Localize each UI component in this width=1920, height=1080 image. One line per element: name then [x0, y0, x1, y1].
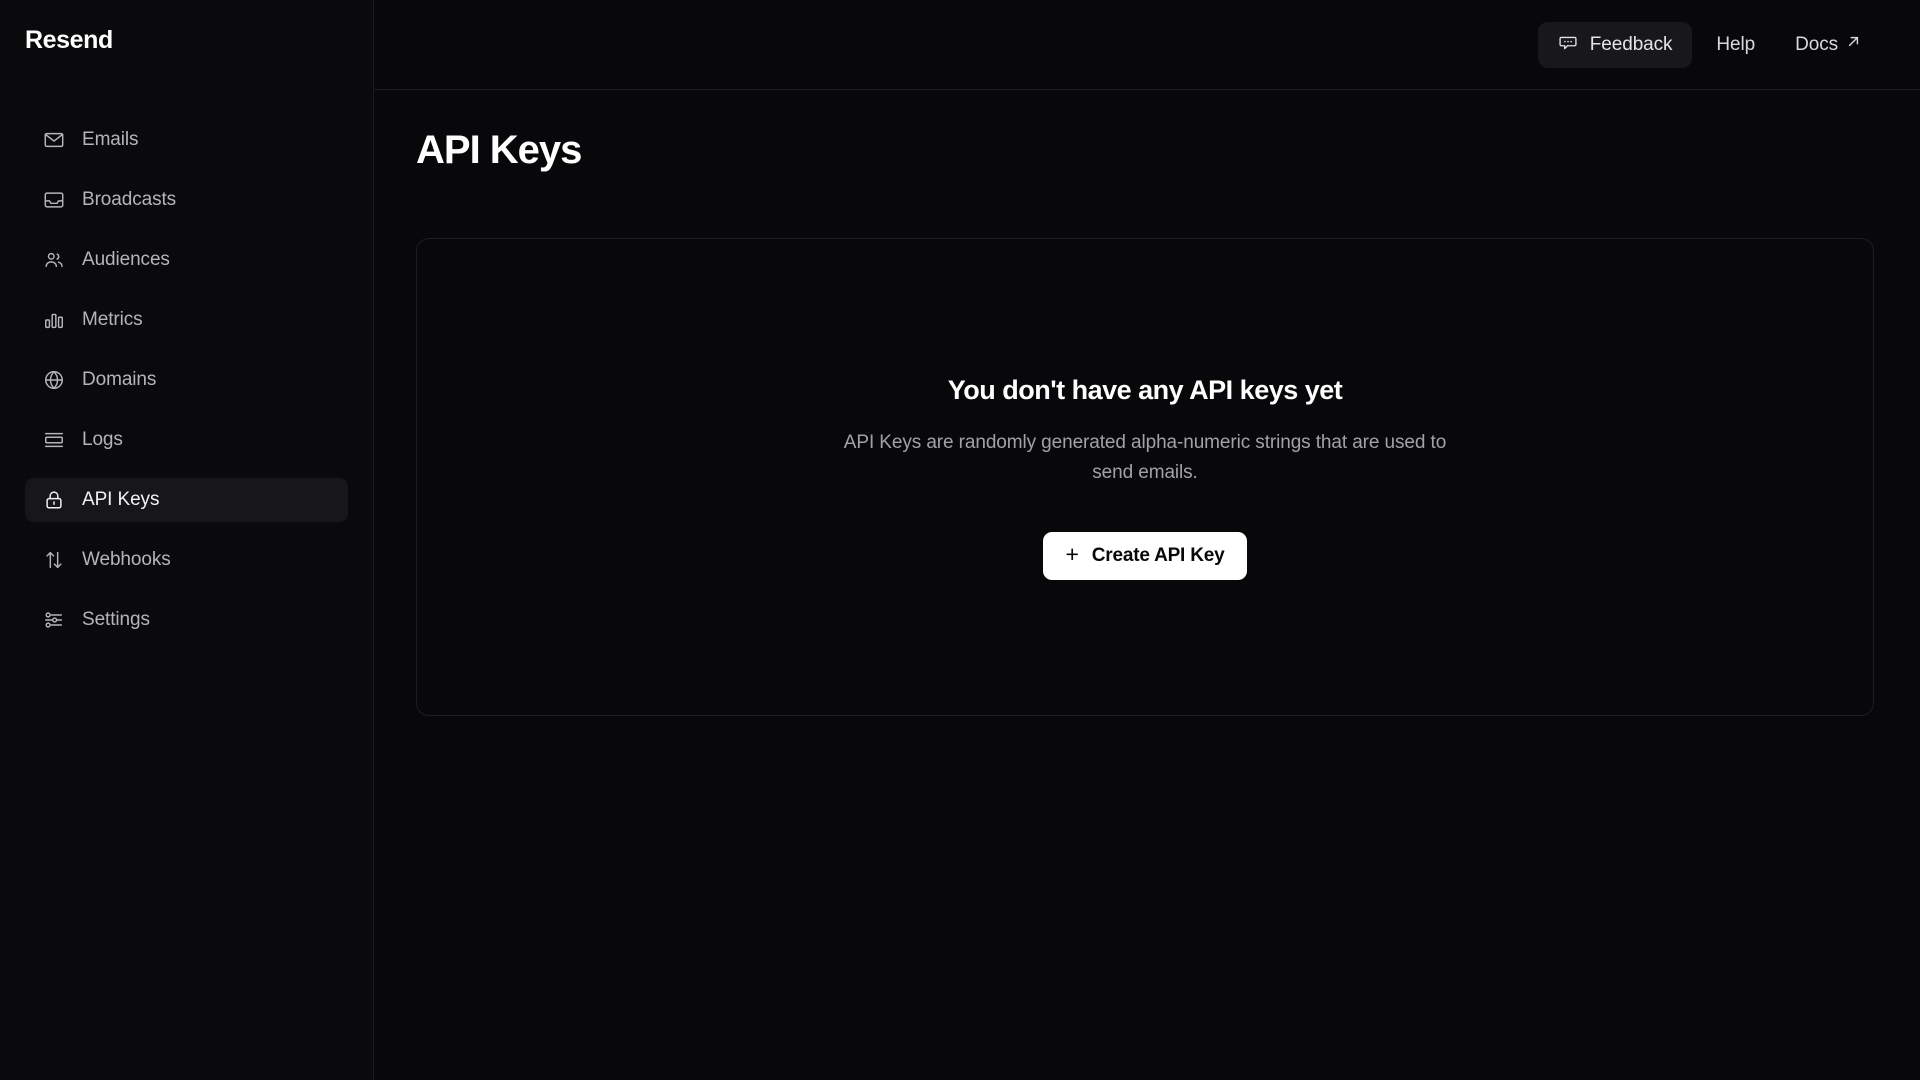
sidebar-item-broadcasts[interactable]: Broadcasts	[25, 178, 348, 222]
sidebar-item-emails[interactable]: Emails	[25, 118, 348, 162]
bar-chart-icon	[43, 309, 65, 331]
empty-state-description: API Keys are randomly generated alpha-nu…	[843, 431, 1447, 483]
empty-state-title: You don't have any API keys yet	[947, 374, 1343, 405]
brand-logo[interactable]: Resend	[25, 26, 113, 55]
main-content: Feedback Help Docs API Keys You don't ha…	[374, 0, 1920, 1080]
sidebar-item-logs[interactable]: Logs	[25, 418, 348, 462]
sidebar-item-domains[interactable]: Domains	[25, 358, 348, 402]
inbox-icon	[43, 189, 65, 211]
sidebar-item-label: API Keys	[82, 489, 160, 510]
sidebar-nav: Emails Broadcasts Audiences Metrics Doma…	[0, 118, 373, 658]
sidebar: Resend Emails Broadcasts Audiences Metri…	[0, 0, 374, 1080]
help-link-label: Help	[1716, 33, 1756, 55]
sidebar-item-settings[interactable]: Settings	[25, 598, 348, 642]
create-api-key-button-label: Create API Key	[1091, 544, 1225, 566]
feedback-button[interactable]: Feedback	[1537, 21, 1693, 68]
sidebar-item-metrics[interactable]: Metrics	[25, 298, 348, 342]
sidebar-item-label: Emails	[82, 129, 139, 150]
sidebar-item-label: Audiences	[82, 249, 170, 270]
sidebar-item-webhooks[interactable]: Webhooks	[25, 538, 348, 582]
plus-icon: +	[1065, 541, 1079, 567]
globe-icon	[43, 369, 65, 391]
feedback-button-label: Feedback	[1589, 33, 1673, 55]
sidebar-item-label: Logs	[82, 429, 123, 450]
create-api-key-button[interactable]: + Create API Key	[1042, 531, 1248, 580]
app-root: Resend Emails Broadcasts Audiences Metri…	[0, 0, 1920, 1080]
message-dots-icon	[1558, 32, 1578, 58]
external-link-arrow-icon	[1845, 33, 1862, 56]
api-keys-empty-card: You don't have any API keys yet API Keys…	[416, 238, 1874, 716]
sidebar-item-label: Settings	[82, 609, 150, 630]
envelope-icon	[43, 129, 65, 151]
lock-icon	[43, 489, 65, 511]
help-link[interactable]: Help	[1700, 22, 1771, 68]
arrows-updown-icon	[43, 549, 65, 571]
sliders-icon	[43, 609, 65, 631]
sidebar-item-audiences[interactable]: Audiences	[25, 238, 348, 282]
sidebar-item-label: Domains	[82, 369, 157, 390]
topbar: Feedback Help Docs	[374, 0, 1920, 90]
page-title: API Keys	[416, 128, 582, 172]
users-icon	[43, 249, 65, 271]
docs-link-label: Docs	[1795, 33, 1838, 55]
sidebar-item-label: Metrics	[82, 309, 143, 330]
logs-icon	[43, 429, 65, 451]
docs-link[interactable]: Docs	[1779, 22, 1878, 68]
sidebar-item-label: Broadcasts	[82, 189, 177, 210]
sidebar-item-api-keys[interactable]: API Keys	[25, 478, 348, 522]
sidebar-item-label: Webhooks	[82, 549, 171, 570]
